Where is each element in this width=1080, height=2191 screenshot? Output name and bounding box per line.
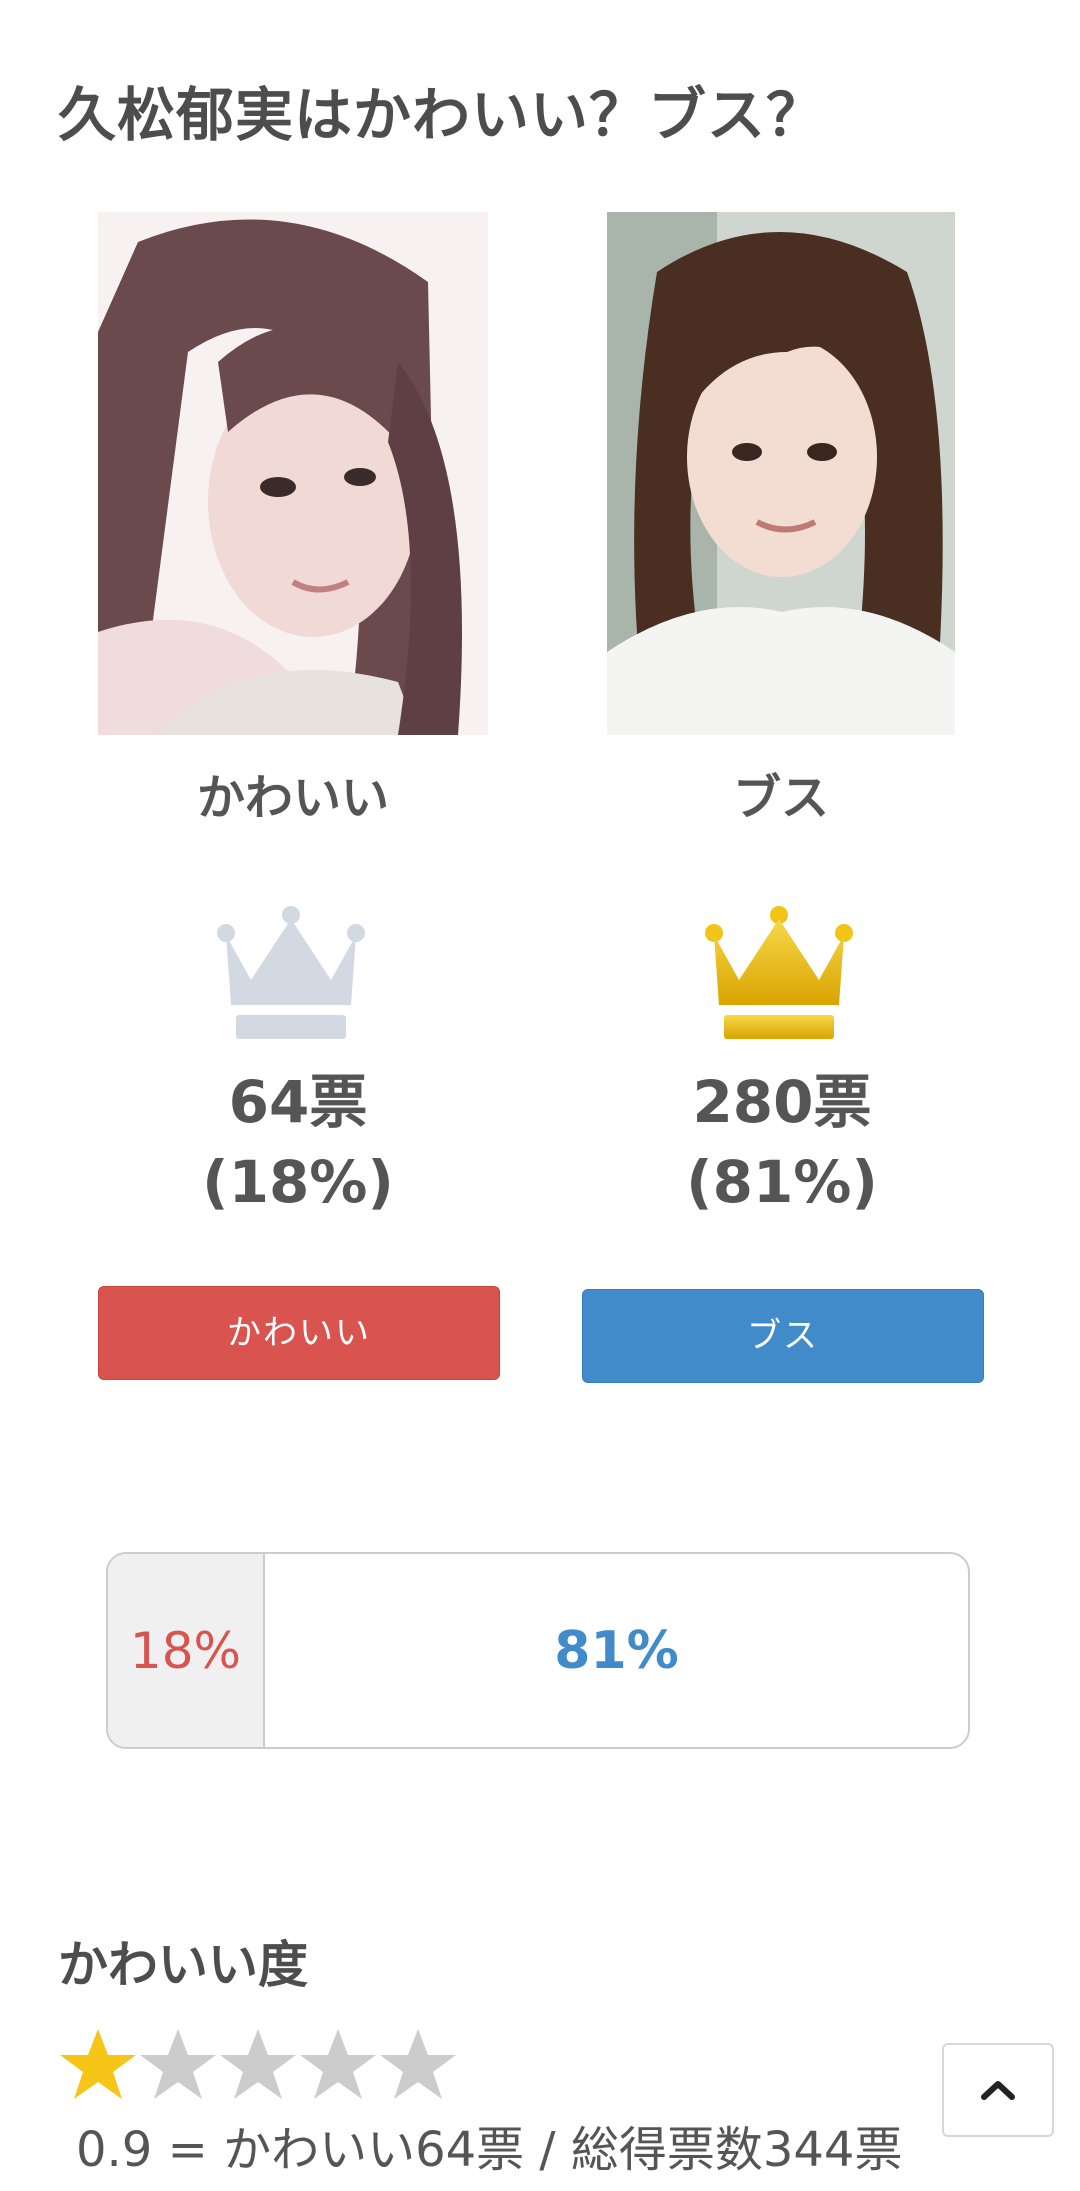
vote-kawaii-button[interactable]: かわいい	[98, 1286, 500, 1380]
page-title: 久松郁実はかわいい？ブス？	[58, 81, 826, 149]
percent-kawaii: (18%)	[202, 1148, 394, 1216]
choice-label-busu: ブス	[732, 770, 829, 826]
photo-busu	[607, 212, 955, 735]
percent-busu: (81%)	[686, 1148, 878, 1216]
ratio-kawaii-percent: 18%	[129, 1621, 242, 1680]
ratio-busu-percent: 81%	[554, 1620, 679, 1681]
photo-kawaii	[98, 212, 488, 735]
star-empty-icon	[300, 2029, 376, 2099]
votes-busu: 280票	[692, 1068, 872, 1136]
vote-ratio-bar: 18% 81%	[106, 1552, 970, 1749]
star-empty-icon	[140, 2029, 216, 2099]
chevron-up-icon	[981, 2081, 1015, 2100]
scroll-to-top-button[interactable]	[942, 2043, 1054, 2137]
star-empty-icon	[220, 2029, 296, 2099]
star-empty-icon	[380, 2029, 456, 2099]
ratio-kawaii-segment: 18%	[108, 1554, 265, 1747]
rating-formula: 0.9 = かわいい64票 / 総得票数344票	[76, 2122, 903, 2178]
gold-crown-icon	[704, 905, 854, 1045]
vote-busu-button[interactable]: ブス	[582, 1289, 984, 1383]
silver-crown-icon	[216, 905, 366, 1045]
votes-kawaii: 64票	[228, 1068, 368, 1136]
ratio-busu-segment: 81%	[265, 1554, 968, 1747]
star-filled-icon	[60, 2029, 136, 2099]
choice-label-kawaii: かわいい	[196, 770, 389, 826]
kawaii-rating-heading: かわいい度	[58, 1936, 308, 1994]
kawaii-rating-stars	[58, 2025, 458, 2105]
